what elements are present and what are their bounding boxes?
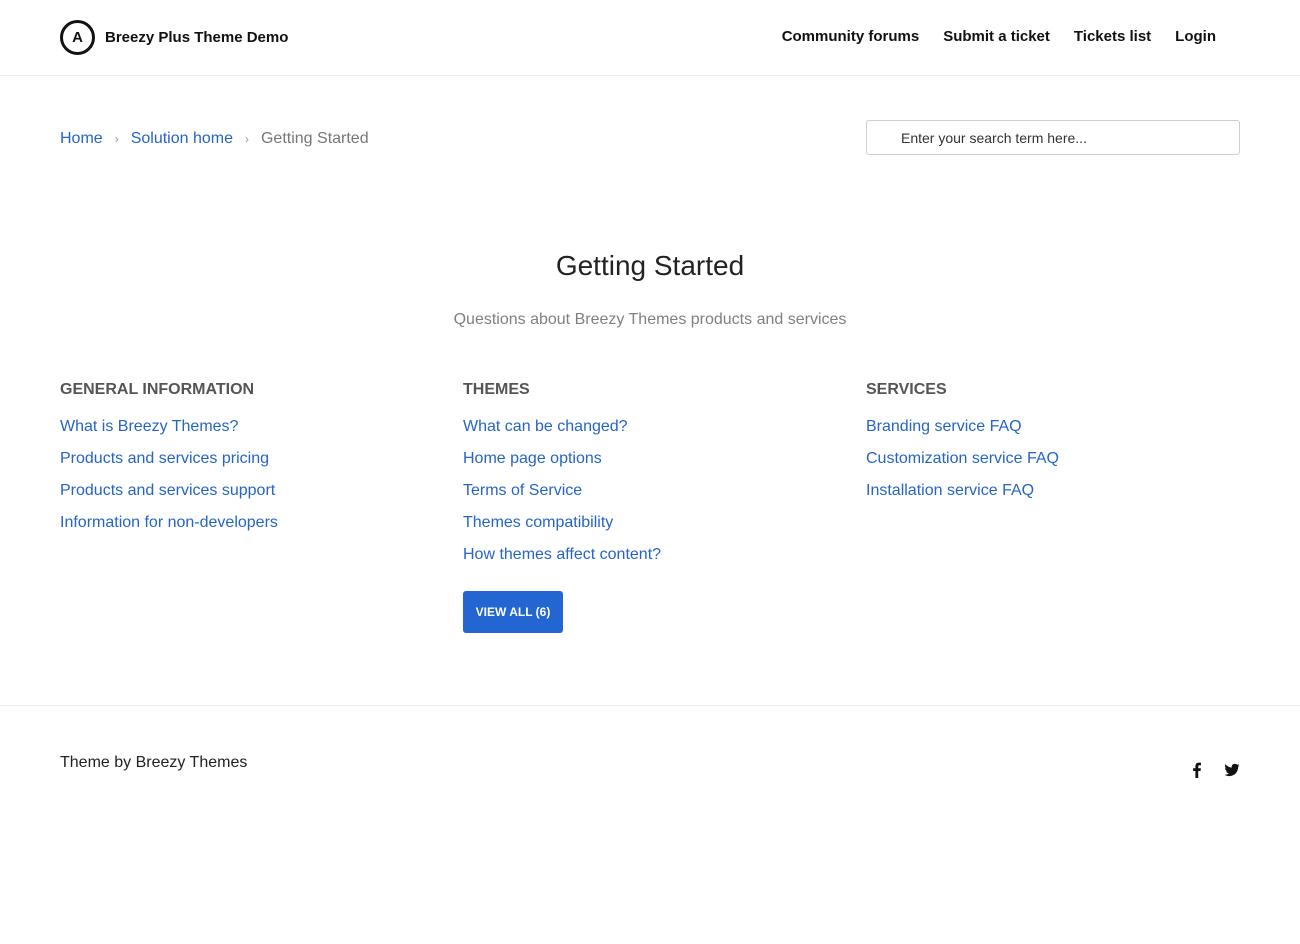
- section-heading: THEMES: [463, 381, 530, 398]
- list-item: Products and services support: [60, 482, 420, 514]
- article-link[interactable]: What is Breezy Themes?: [60, 418, 238, 435]
- search-box: [866, 120, 1240, 155]
- section-services: SERVICES Branding service FAQ Customizat…: [866, 381, 1226, 514]
- article-link[interactable]: Terms of Service: [463, 482, 582, 499]
- logo-icon[interactable]: A: [60, 20, 95, 55]
- article-link[interactable]: Installation service FAQ: [866, 482, 1034, 499]
- nav-login[interactable]: Login: [1175, 28, 1216, 45]
- article-link[interactable]: Products and services support: [60, 482, 275, 499]
- section-general-information: GENERAL INFORMATION What is Breezy Theme…: [60, 381, 420, 546]
- list-item: Customization service FAQ: [866, 450, 1226, 482]
- list-item: How themes affect content?: [463, 546, 823, 578]
- article-link[interactable]: Information for non-developers: [60, 514, 278, 531]
- article-list: Branding service FAQ Customization servi…: [866, 418, 1226, 514]
- main-nav: Community forums Submit a ticket Tickets…: [782, 28, 1216, 45]
- article-link[interactable]: What can be changed?: [463, 418, 628, 435]
- brand-link[interactable]: Breezy Plus Theme Demo: [105, 29, 288, 46]
- article-list: What can be changed? Home page options T…: [463, 418, 823, 578]
- breadcrumb: Home › Solution home › Getting Started: [60, 130, 369, 148]
- logo-letter: A: [72, 29, 83, 46]
- section-heading: SERVICES: [866, 381, 947, 398]
- section-heading: GENERAL INFORMATION: [60, 381, 255, 398]
- list-item: What is Breezy Themes?: [60, 418, 420, 450]
- view-all-button[interactable]: VIEW ALL (6): [463, 591, 563, 633]
- breadcrumb-home[interactable]: Home: [60, 130, 103, 148]
- list-item: Products and services pricing: [60, 450, 420, 482]
- nav-tickets-list[interactable]: Tickets list: [1074, 28, 1151, 45]
- nav-community-forums[interactable]: Community forums: [782, 28, 920, 45]
- breadcrumb-separator: ›: [244, 132, 249, 146]
- site-header: A Breezy Plus Theme Demo Community forum…: [0, 0, 1300, 76]
- nav-submit-ticket[interactable]: Submit a ticket: [943, 28, 1050, 45]
- article-link[interactable]: Themes compatibility: [463, 514, 613, 531]
- section-themes: THEMES What can be changed? Home page op…: [463, 381, 823, 578]
- page-subtitle: Questions about Breezy Themes products a…: [453, 311, 847, 328]
- list-item: Home page options: [463, 450, 823, 482]
- article-link[interactable]: Customization service FAQ: [866, 450, 1059, 467]
- breadcrumb-separator: ›: [114, 132, 119, 146]
- facebook-icon[interactable]: [1188, 761, 1206, 779]
- article-link[interactable]: Home page options: [463, 450, 602, 467]
- article-link[interactable]: How themes affect content?: [463, 546, 661, 563]
- article-link[interactable]: Branding service FAQ: [866, 418, 1022, 435]
- list-item: Installation service FAQ: [866, 482, 1226, 514]
- twitter-icon[interactable]: [1223, 761, 1241, 779]
- footer-divider: [0, 705, 1300, 706]
- article-link[interactable]: Products and services pricing: [60, 450, 269, 467]
- footer-credit: Theme by Breezy Themes: [60, 754, 248, 771]
- list-item: Terms of Service: [463, 482, 823, 514]
- page-title: Getting Started: [555, 250, 745, 281]
- list-item: Branding service FAQ: [866, 418, 1226, 450]
- search-input[interactable]: [901, 121, 1231, 154]
- article-list: What is Breezy Themes? Products and serv…: [60, 418, 420, 546]
- list-item: Themes compatibility: [463, 514, 823, 546]
- breadcrumb-current: Getting Started: [260, 130, 369, 147]
- list-item: Information for non-developers: [60, 514, 420, 546]
- list-item: What can be changed?: [463, 418, 823, 450]
- breadcrumb-solution-home[interactable]: Solution home: [131, 130, 233, 148]
